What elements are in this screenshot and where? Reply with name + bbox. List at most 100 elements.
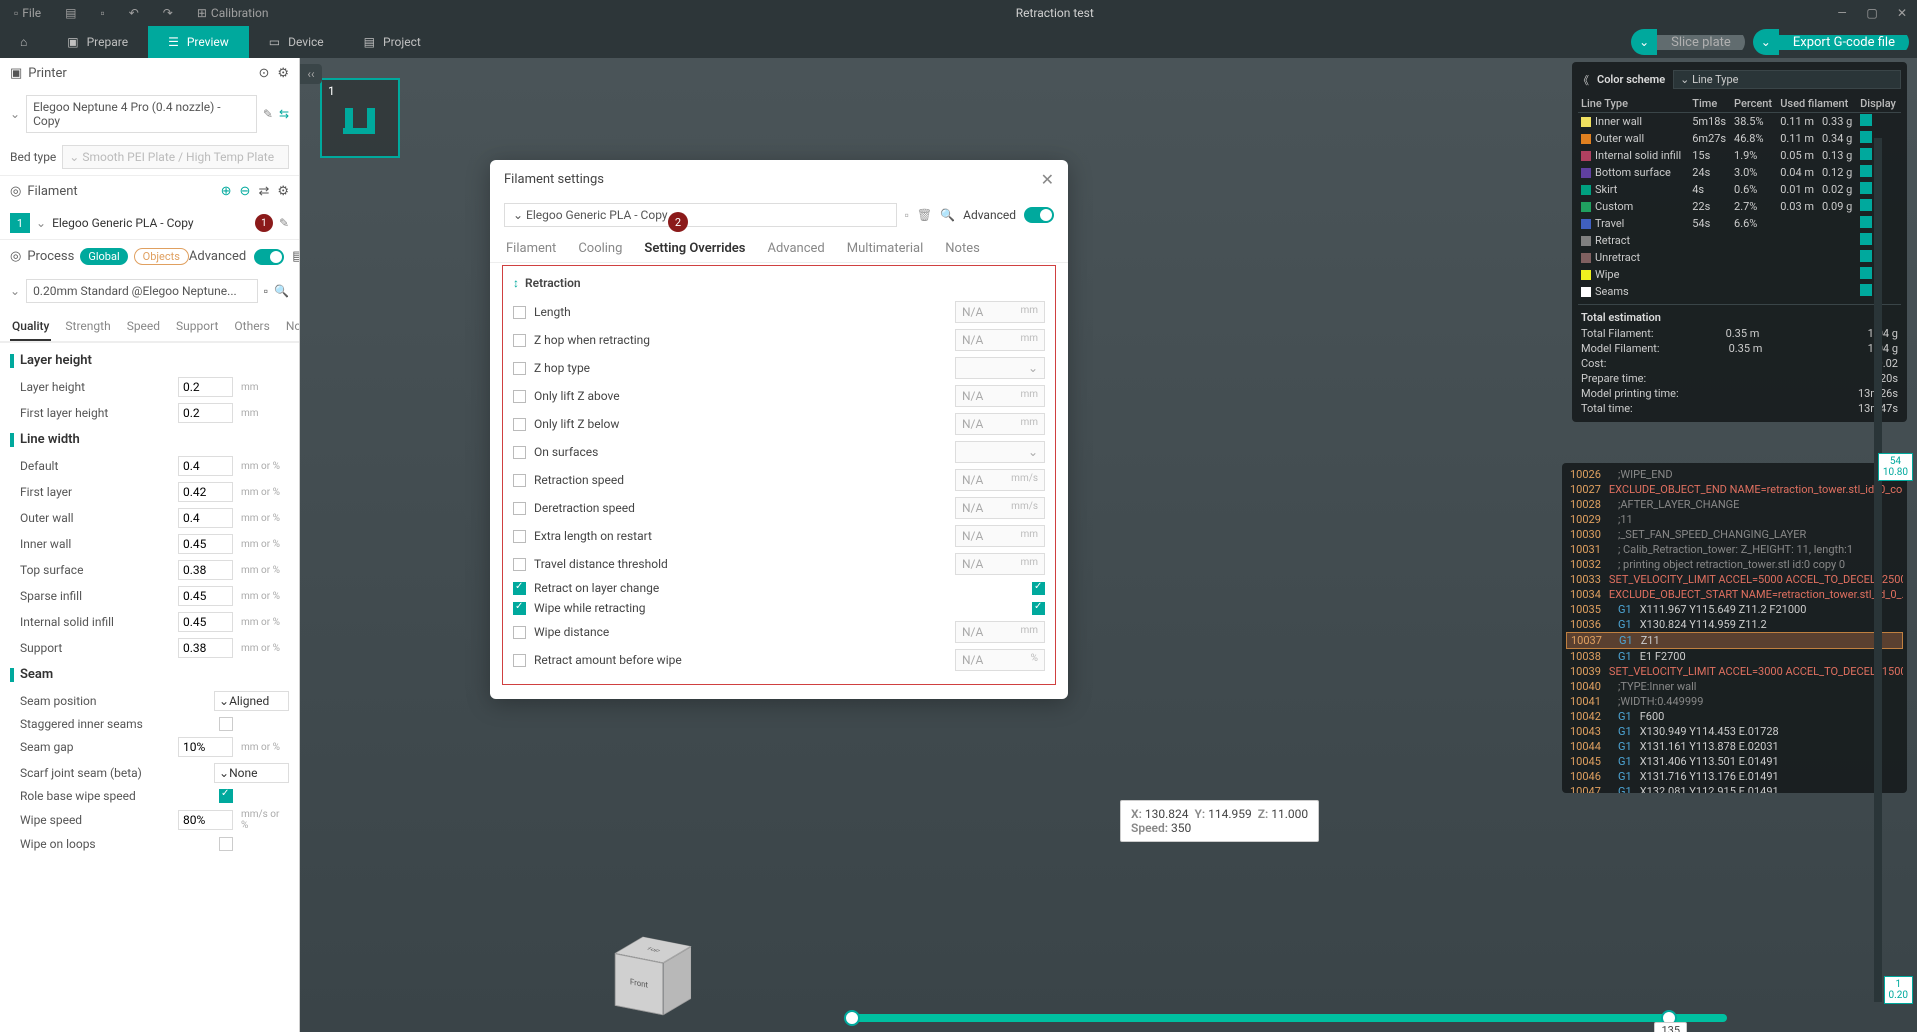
override-enable-checkbox[interactable] [513, 654, 526, 667]
override-enable-checkbox[interactable] [513, 306, 526, 319]
search-profile-icon[interactable]: 🔍 [274, 284, 289, 298]
redo-icon[interactable]: ↷ [157, 3, 179, 23]
compare-icon[interactable]: ▤ [292, 249, 300, 264]
gcode-line[interactable]: 10026;WIPE_END [1566, 467, 1903, 482]
override-value-checkbox[interactable] [1032, 602, 1045, 615]
file-menu[interactable]: ▫ File [8, 3, 47, 23]
gcode-line[interactable]: 10042G1 F600 [1566, 709, 1903, 724]
remove-filament-icon[interactable]: ⊖ [240, 184, 251, 199]
override-enable-checkbox[interactable] [513, 502, 526, 515]
override-dropdown[interactable] [955, 441, 1045, 463]
outer-wall-lw-input[interactable] [178, 508, 233, 528]
gcode-line[interactable]: 10038G1 E1 F2700 [1566, 649, 1903, 664]
display-toggle[interactable] [1860, 267, 1872, 279]
display-toggle[interactable] [1860, 199, 1872, 211]
display-toggle[interactable] [1860, 114, 1872, 126]
horizontal-slider[interactable]: 135 [850, 1014, 1727, 1022]
display-toggle[interactable] [1860, 182, 1872, 194]
edit-printer-icon[interactable]: ✎ [263, 107, 273, 121]
tab-support[interactable]: Support [174, 313, 220, 341]
gcode-line[interactable]: 10043G1 X130.949 Y114.453 E.01728 [1566, 724, 1903, 739]
first-layer-height-input[interactable] [178, 403, 233, 423]
delete-preset-icon[interactable]: 🗑 [917, 208, 932, 222]
override-input[interactable]: N/Amm/s [955, 469, 1045, 491]
dropdown-chevron-icon[interactable]: ⌄ [10, 107, 20, 121]
seam-gap-input[interactable] [178, 737, 233, 757]
dialog-advanced-toggle[interactable] [1024, 207, 1054, 223]
gcode-line[interactable]: 10028;AFTER_LAYER_CHANGE [1566, 497, 1903, 512]
display-toggle[interactable] [1860, 148, 1872, 160]
bed-type-select[interactable]: ⌄ Smooth PEI Plate / High Temp Plate [62, 145, 289, 169]
display-toggle[interactable] [1860, 233, 1872, 245]
save-profile-icon[interactable]: ▫ [264, 284, 268, 298]
gear-icon[interactable]: ⚙ [277, 66, 289, 81]
default-lw-input[interactable] [178, 456, 233, 476]
seam-position-select[interactable]: ⌄ Aligned [214, 691, 289, 711]
override-dropdown[interactable] [955, 357, 1045, 379]
override-enable-checkbox[interactable] [513, 530, 526, 543]
save-preset-icon[interactable]: ▫ [905, 208, 909, 222]
add-filament-icon[interactable]: ⊕ [221, 184, 232, 199]
override-input[interactable]: N/Amm [955, 301, 1045, 323]
dialog-tab-multimaterial[interactable]: Multimaterial [845, 235, 926, 262]
override-enable-checkbox[interactable] [513, 390, 526, 403]
tab-home[interactable]: ⌂ [0, 26, 47, 58]
override-input[interactable]: N/Amm/s [955, 497, 1045, 519]
filament-item[interactable]: 1 ⌄ Elegoo Generic PLA - Copy 1 ✎ [0, 207, 299, 239]
wifi-icon[interactable]: ⊙ [258, 66, 269, 81]
staggered-checkbox[interactable] [219, 717, 233, 731]
tab-prepare[interactable]: ▣Prepare [47, 26, 148, 58]
sync-filament-icon[interactable]: ⇄ [258, 184, 269, 199]
undo-icon[interactable]: ↶ [123, 3, 145, 23]
override-input[interactable]: N/Amm [955, 525, 1045, 547]
dialog-tab-notes[interactable]: Notes [943, 235, 982, 262]
dialog-preset-select[interactable]: ⌄ Elegoo Generic PLA - Copy [504, 203, 897, 227]
tab-preview[interactable]: ☰Preview [148, 26, 249, 58]
settings-body[interactable]: Layer height Layer heightmm First layer … [0, 343, 299, 1032]
cube-front-face[interactable]: Front [615, 953, 663, 1015]
export-dropdown-arrow[interactable]: ⌄ [1753, 29, 1779, 55]
override-enable-checkbox[interactable] [513, 334, 526, 347]
display-toggle[interactable] [1860, 250, 1872, 262]
override-input[interactable]: N/Amm [955, 413, 1045, 435]
dialog-tab-filament[interactable]: Filament [504, 235, 558, 262]
scarf-select[interactable]: ⌄ None [214, 763, 289, 783]
gcode-line[interactable]: 10029;11 [1566, 512, 1903, 527]
tab-speed[interactable]: Speed [125, 313, 162, 341]
tab-quality[interactable]: Quality [10, 313, 51, 341]
gcode-line[interactable]: 10037G1 Z11 [1566, 632, 1903, 649]
collapse-panel-icon[interactable]: 《 [1578, 72, 1589, 88]
close-button[interactable]: ✕ [1895, 6, 1909, 20]
override-input[interactable]: N/Amm [955, 621, 1045, 643]
plate-thumbnail[interactable]: 1 [320, 78, 400, 158]
tab-device[interactable]: ▭Device [249, 26, 344, 58]
tab-strength[interactable]: Strength [63, 313, 112, 341]
minimize-button[interactable]: — [1835, 6, 1849, 20]
gcode-line[interactable]: 10030;_SET_FAN_SPEED_CHANGING_LAYER [1566, 527, 1903, 542]
gcode-line[interactable]: 10039SET_VELOCITY_LIMIT ACCEL=3000 ACCEL… [1566, 664, 1903, 679]
tab-others[interactable]: Others [232, 313, 271, 341]
advanced-toggle[interactable] [254, 249, 284, 265]
search-preset-icon[interactable]: 🔍 [940, 208, 955, 222]
save-icon[interactable]: ▤ [59, 3, 82, 23]
override-enable-checkbox[interactable] [513, 602, 526, 615]
printer-select[interactable]: Elegoo Neptune 4 Pro (0.4 nozzle) - Copy [26, 95, 257, 133]
override-input[interactable]: N/A% [955, 649, 1045, 671]
display-toggle[interactable] [1860, 284, 1872, 296]
edit-filament-icon[interactable]: ✎ [279, 216, 289, 230]
gcode-line[interactable]: 10036G1 X130.824 Y114.959 Z11.2 [1566, 617, 1903, 632]
profile-select[interactable]: 0.20mm Standard @Elegoo Neptune... [26, 279, 258, 303]
override-enable-checkbox[interactable] [513, 558, 526, 571]
display-toggle[interactable] [1860, 216, 1872, 228]
objects-badge[interactable]: Objects [134, 248, 189, 265]
slice-plate-button[interactable]: ⌄ Slice plate [1631, 29, 1745, 55]
tab-project[interactable]: ▤Project [344, 26, 441, 58]
gcode-line[interactable]: 10032; printing object retraction_tower.… [1566, 557, 1903, 572]
top-surface-lw-input[interactable] [178, 560, 233, 580]
override-enable-checkbox[interactable] [513, 474, 526, 487]
gcode-line[interactable]: 10044G1 X131.161 Y113.878 E.02031 [1566, 739, 1903, 754]
gcode-line[interactable]: 10033SET_VELOCITY_LIMIT ACCEL=5000 ACCEL… [1566, 572, 1903, 587]
vertical-slider[interactable] [1874, 138, 1882, 1002]
gcode-line[interactable]: 10046G1 X131.716 Y113.176 E.01491 [1566, 769, 1903, 784]
dialog-tab-advanced[interactable]: Advanced [765, 235, 826, 262]
